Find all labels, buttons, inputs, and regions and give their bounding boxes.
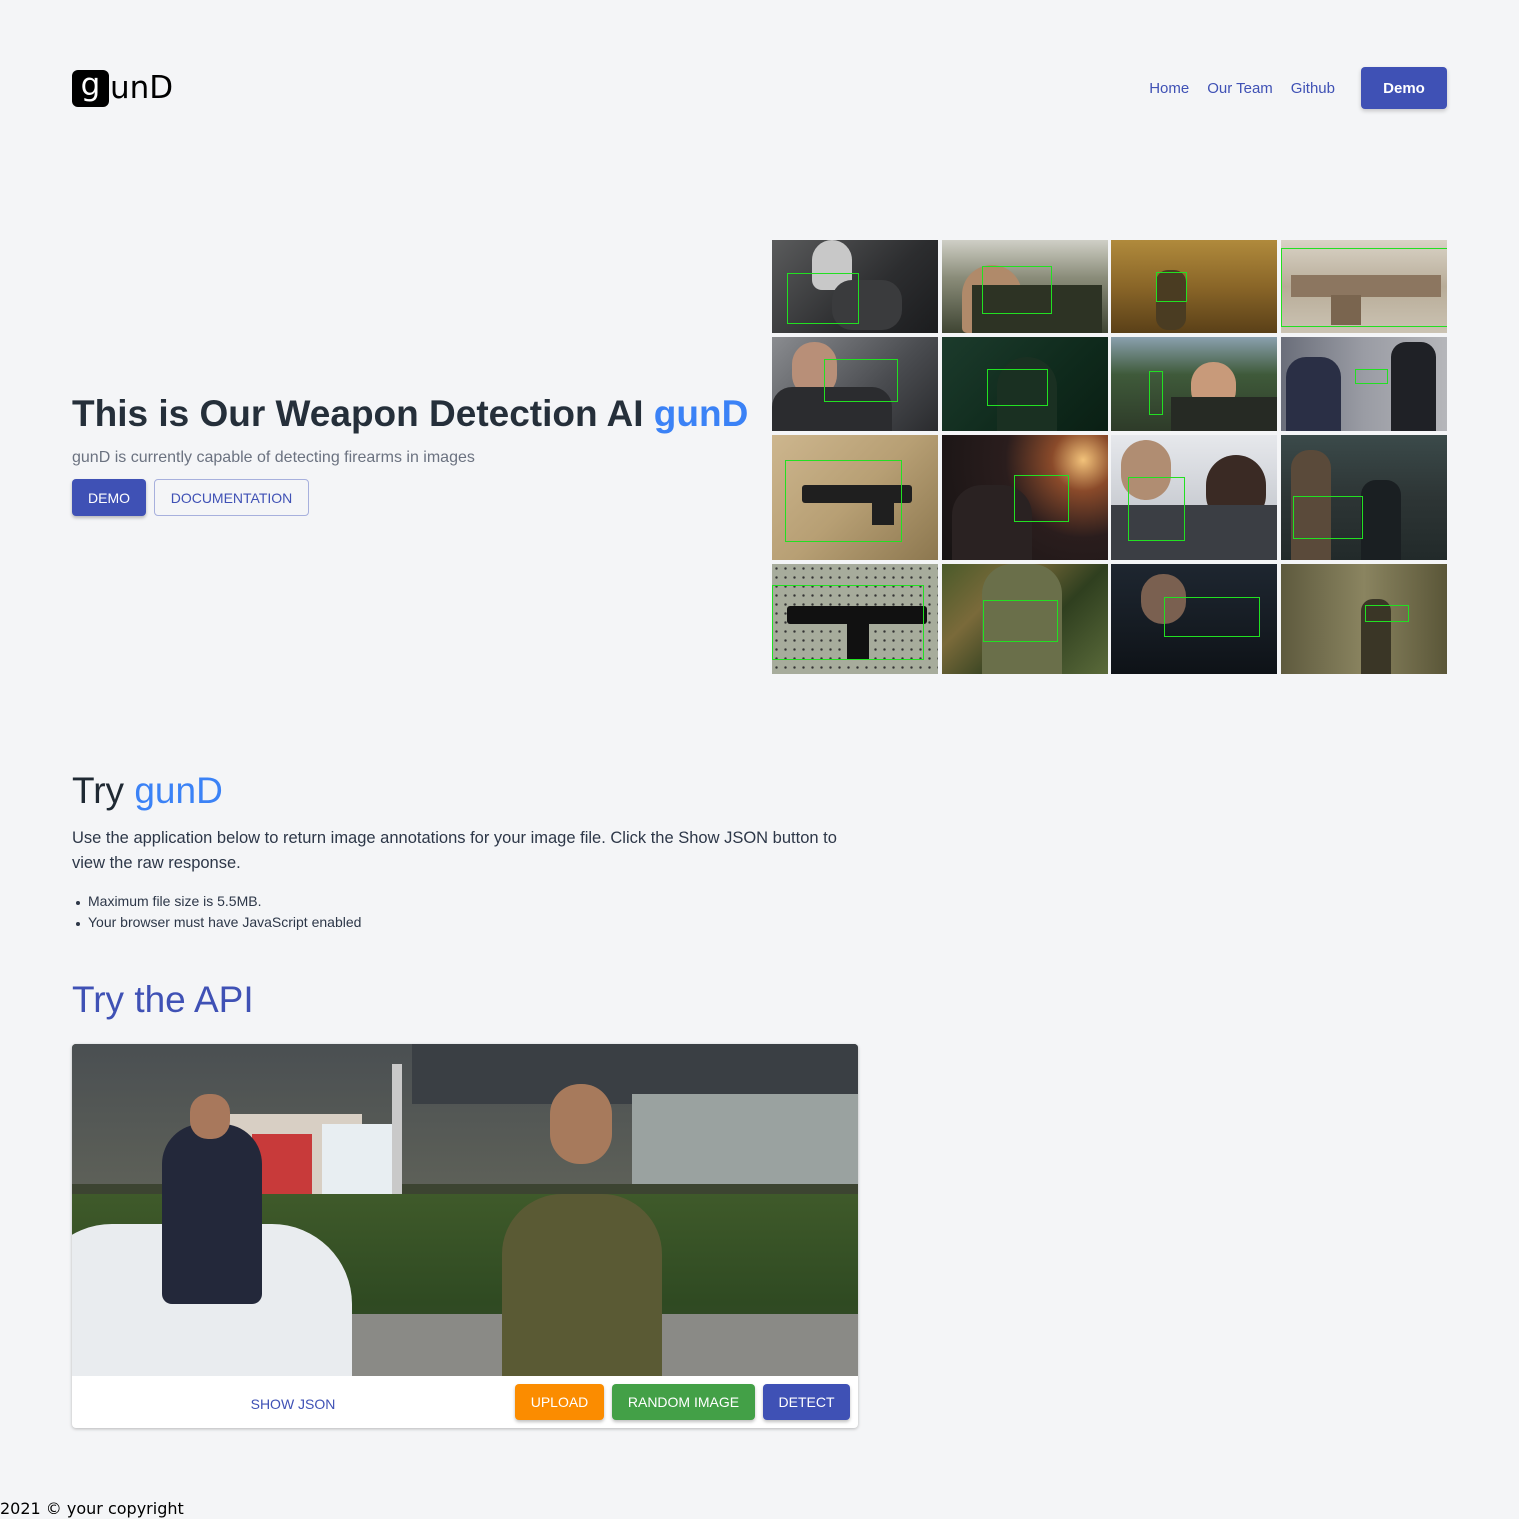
logo-text: unD	[110, 70, 174, 106]
try-title-text: Try	[72, 770, 135, 811]
detection-box	[1281, 248, 1447, 327]
try-title-accent: gunD	[134, 770, 223, 811]
list-item: Your browser must have JavaScript enable…	[72, 914, 361, 935]
detection-box	[983, 600, 1058, 642]
upload-button[interactable]: UPLOAD	[515, 1384, 604, 1420]
logo[interactable]: g unD	[72, 70, 173, 107]
sample-image	[772, 435, 938, 560]
try-title: Try gunD	[72, 770, 223, 812]
sample-image	[772, 564, 938, 674]
try-description: Use the application below to return imag…	[72, 829, 837, 872]
detection-box	[987, 369, 1048, 406]
sample-image	[1281, 435, 1447, 560]
hero-subtitle: gunD is currently capable of detecting f…	[72, 449, 475, 466]
detection-box	[1149, 371, 1163, 415]
sample-image	[772, 240, 938, 333]
detection-box	[1014, 475, 1069, 522]
hero-buttons: DEMO DOCUMENTATION	[72, 479, 309, 516]
sample-image	[1281, 240, 1447, 333]
sample-image	[1281, 337, 1447, 431]
detection-box	[785, 460, 902, 542]
detection-box	[1128, 477, 1185, 541]
sample-image	[1111, 564, 1277, 674]
footer-copyright: 2021 © your copyright	[0, 1499, 184, 1518]
sample-image	[942, 564, 1108, 674]
nav-our-team-link[interactable]: Our Team	[1207, 80, 1273, 97]
sample-image	[1111, 240, 1277, 333]
nav-demo-button[interactable]: Demo	[1361, 67, 1447, 109]
sample-image	[1111, 435, 1277, 560]
nav-github-link[interactable]: Github	[1291, 80, 1335, 97]
list-item: Maximum file size is 5.5MB.	[72, 893, 361, 914]
sample-image	[772, 337, 938, 431]
detection-box	[1156, 272, 1187, 302]
hero-title-accent: gunD	[653, 393, 749, 434]
api-title: Try the API	[72, 979, 254, 1020]
sample-image	[1111, 337, 1277, 431]
top-nav: Home Our Team Github Demo	[1149, 67, 1447, 109]
documentation-button[interactable]: DOCUMENTATION	[154, 479, 309, 516]
hero-demo-button[interactable]: DEMO	[72, 479, 146, 516]
detection-box	[1355, 369, 1388, 384]
detection-box	[1293, 496, 1363, 539]
detection-box	[787, 273, 859, 324]
detection-box	[772, 585, 924, 660]
sample-image	[942, 337, 1108, 431]
detection-box	[1164, 597, 1260, 637]
hero-title-text: This is Our Weapon Detection AI	[72, 393, 654, 434]
sample-image	[942, 435, 1108, 560]
random-image-button[interactable]: RANDOM IMAGE	[612, 1384, 755, 1420]
sample-image	[1281, 564, 1447, 674]
logo-mark: g	[72, 70, 109, 107]
requirements-list: Maximum file size is 5.5MB. Your browser…	[72, 893, 361, 935]
detection-box	[1365, 605, 1409, 622]
hero-title: This is Our Weapon Detection AI gunD	[72, 393, 748, 435]
nav-home-link[interactable]: Home	[1149, 80, 1189, 97]
demo-card: SHOW JSON UPLOAD RANDOM IMAGE DETECT	[72, 1044, 858, 1428]
demo-image	[72, 1044, 858, 1376]
detection-box	[824, 359, 898, 402]
show-json-button[interactable]: SHOW JSON	[243, 1386, 343, 1422]
detect-button[interactable]: DETECT	[763, 1384, 850, 1420]
card-actions: SHOW JSON UPLOAD RANDOM IMAGE DETECT	[72, 1376, 858, 1428]
detection-box	[982, 266, 1052, 314]
sample-image	[942, 240, 1108, 333]
